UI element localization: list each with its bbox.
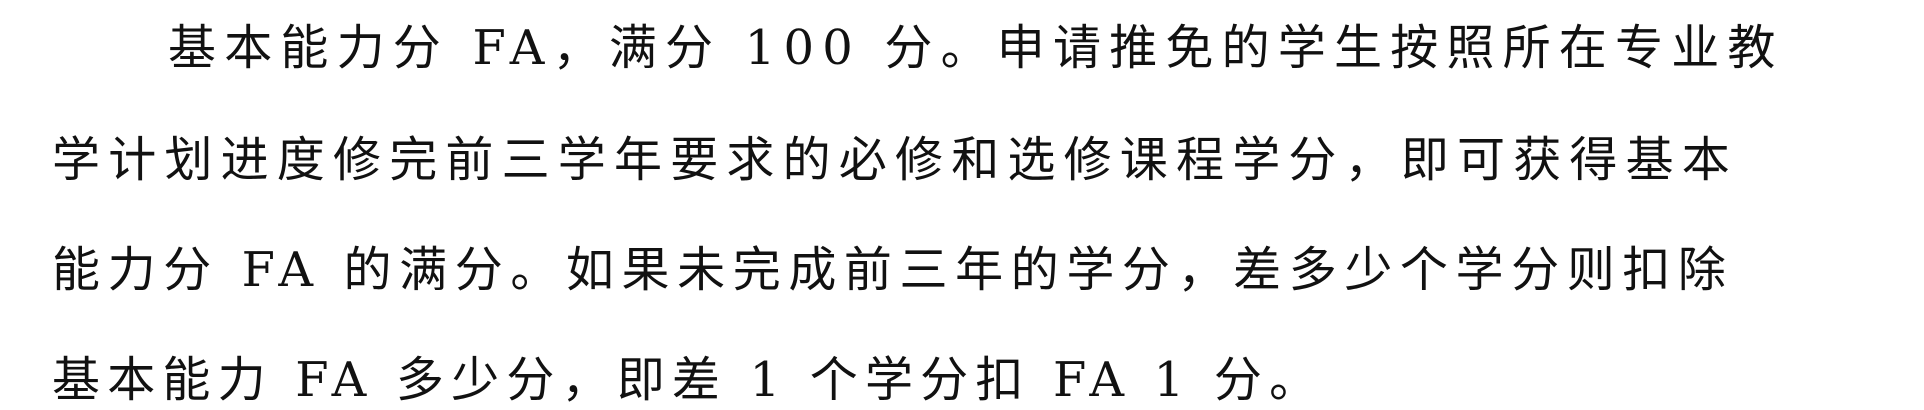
paragraph-line-4: 基本能力 FA 多少分，即差 1 个学分扣 FA 1 分。: [52, 352, 1325, 408]
paragraph-line-1: 基本能力分 FA，满分 100 分。申请推免的学生按照所在专业教: [168, 20, 1784, 76]
document-page: 基本能力分 FA，满分 100 分。申请推免的学生按照所在专业教 学计划进度修完…: [0, 0, 1924, 408]
paragraph-line-3: 能力分 FA 的满分。如果未完成前三年的学分，差多少个学分则扣除: [52, 242, 1734, 298]
paragraph-line-2: 学计划进度修完前三学年要求的必修和选修课程学分，即可获得基本: [52, 132, 1739, 188]
